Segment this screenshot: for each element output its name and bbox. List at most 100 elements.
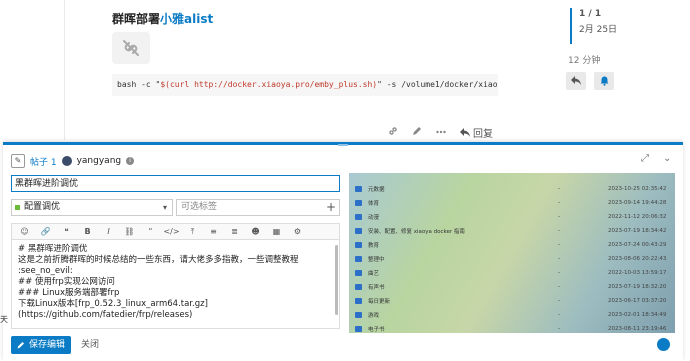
timeline-handle[interactable] [570, 8, 572, 44]
close-composer-button[interactable]: 关闭 [81, 336, 99, 354]
post-heading: 群晖部署小雅alist [112, 10, 213, 27]
timeline-ago: 12 分钟 [568, 56, 601, 66]
calendar-icon[interactable]: ▦ [266, 227, 287, 236]
folder-name: 安装、配置、修复 xiaoya docker 指南 [368, 229, 465, 235]
folder-size: - [558, 312, 560, 318]
edge-text-fragment: 天 [0, 315, 8, 324]
link-icon[interactable] [388, 126, 398, 139]
folder-date: 2023-06-17 03:37:20 [608, 298, 667, 304]
chevron-down-icon: ▾ [162, 203, 167, 212]
bell-icon [600, 76, 608, 86]
category-color-swatch [15, 205, 20, 210]
folder-name: 曲艺 [368, 271, 380, 277]
avatar [61, 156, 72, 166]
category-select-value: 配置调优 [24, 202, 61, 212]
composer-panel: ✎ 帖子 1 yangyang i ⤢ ⌄ 黑群晖进阶调优 配置调优 ▾ 可选标… [3, 142, 683, 361]
folder-size: - [558, 214, 560, 220]
more-icon[interactable] [436, 127, 446, 137]
link-chain-icon[interactable]: ⛓ [119, 227, 140, 236]
folder-icon [355, 298, 362, 304]
timeline-position: 1 / 1 [579, 9, 602, 19]
bullet-list-icon[interactable]: ≡ [203, 227, 224, 236]
editor-toolbar: ☺ 🔗 ❝ B I ⛓ “ </> ⤒ ≡ ≣ ☻ ▦ ⚙ [11, 223, 340, 239]
folder-size: - [558, 186, 560, 192]
folder-icon [355, 214, 362, 220]
back-reply-button[interactable] [566, 72, 586, 90]
code-text-after: " -s /volume1/docker/xiaoya-m [377, 80, 498, 89]
timeline-date: 2月 25日 [579, 25, 618, 35]
emoji-smile-icon[interactable]: ☻ [245, 227, 266, 236]
editor-preview: 元数据 - 2023-10-25 02:35:42 体育 - 2023-09-14 19:… [349, 173, 675, 333]
category-select[interactable]: 配置调优 ▾ [11, 199, 173, 216]
code-text-before: bash -c " [117, 80, 161, 89]
folder-size: - [558, 284, 560, 290]
code-string: $(curl http://docker.xiaoya.pro/emby_plu… [160, 80, 378, 89]
blockquote-icon[interactable]: ❝ [56, 227, 77, 236]
folder-icon [355, 270, 362, 276]
folder-date: 2023-02-01 18:34:49 [608, 312, 667, 318]
collapse-chevron-down-icon[interactable]: ⌄ [663, 153, 671, 164]
quote-icon[interactable]: “ [140, 227, 161, 236]
folder-name: 动漫 [368, 215, 380, 221]
notification-bell-button[interactable] [594, 72, 614, 90]
info-icon[interactable]: i [126, 157, 135, 165]
bold-icon[interactable]: B [77, 227, 98, 236]
plus-icon: + [325, 200, 336, 214]
folder-size: - [558, 200, 560, 206]
folder-name: 游戏 [368, 313, 380, 319]
folder-size: - [558, 298, 560, 304]
folder-size: - [558, 270, 560, 276]
folder-size: - [558, 228, 560, 234]
help-icon[interactable] [657, 338, 670, 351]
folder-date: 2022-10-03 13:59:17 [608, 270, 667, 276]
folder-icon [355, 186, 362, 192]
save-edit-label: 保存编辑 [28, 340, 65, 350]
broken-image-icon [112, 32, 150, 64]
folder-date: 2023-08-11 23:19:46 [608, 326, 667, 332]
preview-folder-row: 电子书 - 2023-08-11 23:19:46 [355, 319, 669, 333]
folder-icon [355, 326, 362, 332]
reply-arrow-icon [460, 127, 470, 137]
numbered-list-icon[interactable]: ≣ [224, 227, 245, 236]
topic-title-input[interactable]: 黑群晖进阶调优 [11, 175, 340, 192]
edit-pencil-icon[interactable] [412, 126, 422, 139]
post-heading-text: 群晖部署 [112, 12, 161, 26]
gear-icon[interactable]: ⚙ [287, 227, 308, 236]
upload-icon[interactable]: ⤒ [182, 227, 203, 237]
pencil-icon [17, 342, 24, 349]
composer-action-pencil-icon[interactable]: ✎ [11, 154, 25, 168]
folder-name: 有声书 [368, 285, 385, 291]
editor-textarea[interactable]: # 黑群晖进阶调优 这是之前折腾群晖的时候总结的一些东西，请大佬多多指教，一些调… [11, 239, 340, 329]
folder-icon [355, 312, 362, 318]
composer-resize-grip[interactable] [338, 144, 348, 146]
folder-name: 电子书 [368, 327, 385, 333]
folder-date: 2023-08-06 20:22:43 [608, 256, 667, 262]
folder-size: - [558, 326, 560, 332]
italic-icon[interactable]: I [98, 227, 119, 236]
tags-placeholder: 可选标签 [181, 202, 218, 212]
post-actions: 回复 [388, 124, 493, 140]
tags-select[interactable]: 可选标签 + [176, 199, 340, 216]
reply-button[interactable]: 回复 [460, 125, 493, 140]
folder-name: 元数据 [368, 187, 385, 193]
composer-username: yangyang [76, 156, 122, 166]
folder-name: 教育 [368, 243, 380, 249]
editor-scrollbar[interactable] [335, 245, 338, 315]
folder-date: 2022-11-12 20:06:32 [608, 214, 667, 220]
emoji-icon[interactable]: ☺ [14, 227, 35, 236]
composer-header: ✎ 帖子 1 yangyang i [11, 153, 135, 169]
save-edit-button[interactable]: 保存编辑 [11, 336, 71, 354]
expand-icon[interactable]: ⤢ [641, 153, 649, 164]
reply-to-post-link[interactable]: 帖子 1 [30, 155, 57, 168]
folder-date: 2023-09-14 19:44:28 [608, 200, 667, 206]
link-icon[interactable]: 🔗 [35, 227, 56, 236]
post-heading-link[interactable]: 小雅alist [160, 12, 213, 26]
reply-arrow-icon [571, 76, 581, 85]
reply-button-label: 回复 [473, 128, 493, 140]
folder-date: 2023-10-25 02:35:42 [608, 186, 667, 192]
folder-name: 整理中 [368, 257, 385, 263]
code-icon[interactable]: </> [161, 227, 182, 236]
folder-icon [355, 228, 362, 234]
folder-date: 2023-07-19 18:34:42 [608, 228, 667, 234]
folder-date: 2023-07-24 00:43:29 [608, 242, 667, 248]
